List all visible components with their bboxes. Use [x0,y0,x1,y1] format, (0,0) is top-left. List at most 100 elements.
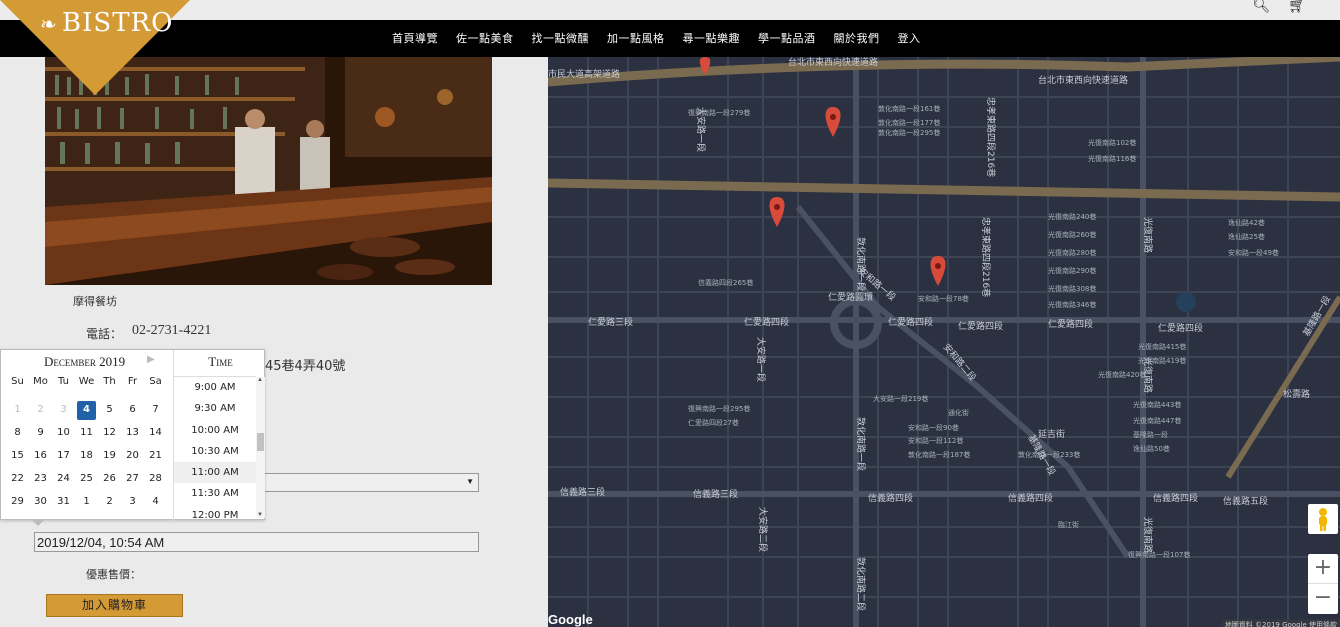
road-label: 光復南路 [1142,217,1154,253]
option-select[interactable]: ▼ [264,473,479,492]
calendar-day[interactable]: 30 [29,492,52,515]
road-label: 敦化南路一段 [855,237,867,291]
add-to-cart-button[interactable]: 加入購物車 [46,594,183,617]
zoom-out-button[interactable]: − [1308,584,1338,614]
calendar-day[interactable]: 31 [52,492,75,515]
calendar-day[interactable]: 14 [144,423,167,446]
chevron-down-icon: ▼ [466,477,474,486]
road-label: 忠孝東路四段216巷 [980,217,992,297]
nav-item-style[interactable]: 加一點風格 [598,20,674,57]
bistro-logo[interactable]: ❧ BISTRO [0,0,190,95]
calendar-day[interactable]: 18 [75,446,98,469]
zoom-in-button[interactable]: + [1308,554,1338,584]
time-option[interactable]: 9:00 AM [174,377,256,398]
calendar-day[interactable]: 26 [98,469,121,492]
calendar-day[interactable]: 6 [121,400,144,423]
street-label: 光復南路419巷 [1138,356,1186,365]
calendar-day[interactable]: 11 [75,423,98,446]
road-label: 光復南路 [1142,517,1154,553]
time-option[interactable]: 11:30 AM [174,483,256,504]
calendar-day[interactable]: 7 [144,400,167,423]
calendar-day[interactable]: 10 [52,423,75,446]
calendar-day[interactable]: 4 [144,492,167,515]
road-label: 信義路三段 [693,488,738,500]
street-label: 信義路四段265巷 [698,278,753,287]
street-label: 敦化南路一段295巷 [878,128,940,137]
calendar-day[interactable]: 19 [98,446,121,469]
restaurant-panel: 摩得餐坊 電話： 02-2731-4221 45巷4弄40號 ▼ 優惠售價： 加… [0,57,548,627]
road-label: 信義路四段 [1153,492,1198,504]
calendar-day[interactable]: 1 [6,400,29,423]
street-label: 光復南路415巷 [1138,342,1186,351]
time-scrollbar[interactable]: ▲ ▼ [256,377,265,518]
time-option[interactable]: 10:30 AM [174,441,256,462]
calendar-day[interactable]: 24 [52,469,75,492]
calendar-day[interactable]: 25 [75,469,98,492]
pegman-icon[interactable] [1308,504,1338,534]
map-panel[interactable]: 市民大道高架道路 台北市東西向快速道路 台北市東西向快速道路 仁愛路三段 仁愛路… [548,57,1340,627]
weekday: Su [11,376,24,387]
calendar-day[interactable]: 22 [6,469,29,492]
time-option-hover[interactable]: 11:00 AM [174,462,256,484]
road-label: 信義路五段 [1223,495,1268,507]
weekday: Mo [33,376,48,387]
calendar-day[interactable]: 21 [144,446,167,469]
search-icon[interactable]: 🔍︎ [1252,0,1270,13]
street-label: 光復南路260巷 [1048,230,1096,239]
street-label: 安和路一段78巷 [918,294,969,303]
calendar-day-selected[interactable]: 4 [77,401,96,420]
time-option[interactable]: 9:30 AM [174,398,256,419]
road-label: 仁愛路圓環 [828,291,873,303]
month-label: December 2019 [44,354,126,369]
calendar-day[interactable]: 3 [52,400,75,423]
scroll-down-icon[interactable]: ▼ [257,512,263,518]
calendar: December 2019 ▶ Su Mo Tu We Th Fr Sa 123… [1,350,173,521]
calendar-day[interactable]: 16 [29,446,52,469]
calendar-day[interactable]: 2 [98,492,121,515]
calendar-day[interactable]: 13 [121,423,144,446]
cart-icon[interactable]: 🛒︎ [1288,0,1306,13]
calendar-day[interactable]: 2 [29,400,52,423]
street-label: 光復南路102巷 [1088,138,1136,147]
street-label: 仁愛路四段27巷 [688,418,739,427]
calendar-day[interactable]: 29 [6,492,29,515]
nav-item-login[interactable]: 登入 [889,20,930,57]
calendar-day[interactable]: 27 [121,469,144,492]
nav-item-wine-class[interactable]: 學一點品酒 [749,20,825,57]
scroll-thumb[interactable] [257,433,264,451]
calendar-day[interactable]: 12 [98,423,121,446]
calendar-day[interactable]: 28 [144,469,167,492]
weekday: Sa [149,376,162,387]
map-attribution[interactable]: 地圖資料 ©2019 Google 使用條款 [1221,619,1340,627]
calendar-day[interactable]: 20 [121,446,144,469]
street-label: 安和路一段90巷 [908,423,959,432]
nav-item-about[interactable]: 關於我們 [825,20,889,57]
road-label: 仁愛路四段 [744,316,789,328]
calendar-day[interactable]: 17 [52,446,75,469]
calendar-day[interactable]: 15 [6,446,29,469]
street-label: 大安路一段219巷 [873,394,928,403]
calendar-day[interactable]: 3 [121,492,144,515]
time-option[interactable]: 10:00 AM [174,420,256,441]
street-label: 光復南路447巷 [1133,416,1181,425]
road-label: 延吉街 [1038,428,1065,440]
calendar-day[interactable]: 23 [29,469,52,492]
street-label: 敦化南路一段177巷 [878,118,940,127]
street-label: 光復南路116巷 [1088,154,1136,163]
calendar-day[interactable]: 1 [75,492,98,515]
datetime-input[interactable] [34,532,479,552]
calendar-day[interactable]: 9 [29,423,52,446]
next-month-icon[interactable]: ▶ [147,354,155,365]
road-label: 忠孝東路四段216巷 [985,97,997,177]
street-label: 逸仙路50巷 [1133,444,1170,453]
street-label: 通化街 [948,408,969,417]
time-option[interactable]: 12:00 PM [174,505,256,519]
calendar-day[interactable]: 5 [98,400,121,423]
nav-item-drinks[interactable]: 找一點微醺 [523,20,599,57]
scroll-up-icon[interactable]: ▲ [257,377,263,383]
nav-item-fun[interactable]: 尋一點樂趣 [674,20,750,57]
nav-item-food[interactable]: 佐一點美食 [447,20,523,57]
calendar-day[interactable]: 8 [6,423,29,446]
datetime-picker: December 2019 ▶ Su Mo Tu We Th Fr Sa 123… [0,349,265,526]
nav-item-home[interactable]: 首頁導覽 [383,20,447,57]
